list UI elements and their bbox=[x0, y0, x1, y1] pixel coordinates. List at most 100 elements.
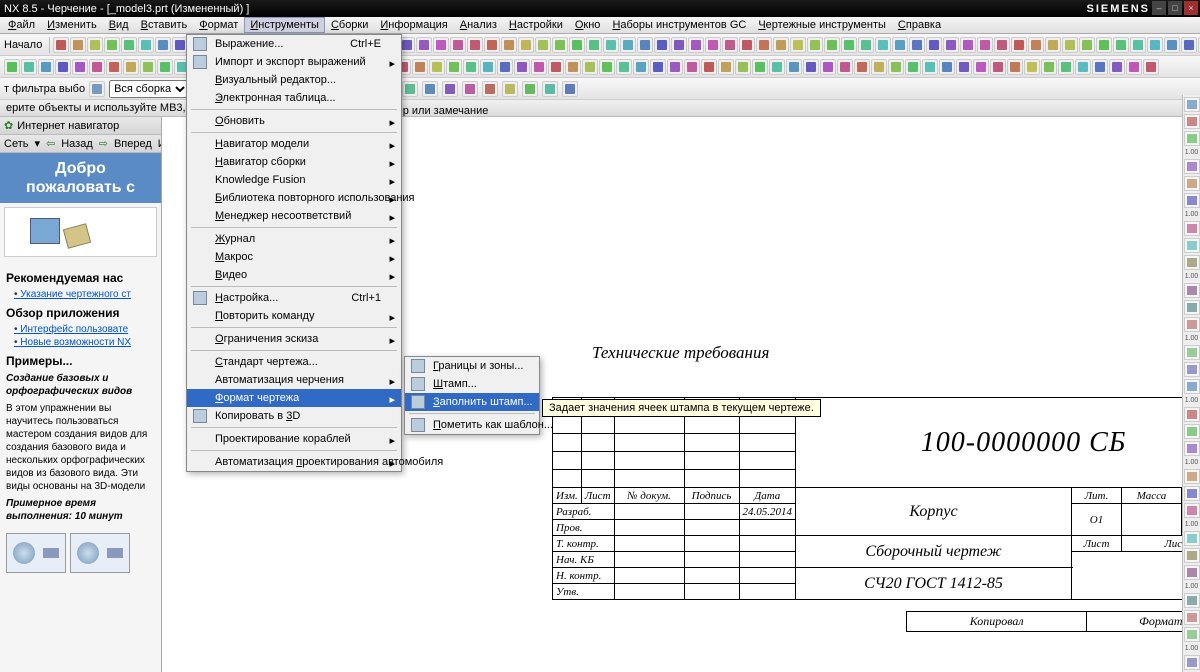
tool-button[interactable] bbox=[1164, 37, 1180, 53]
tool-button[interactable] bbox=[705, 37, 721, 53]
tool-button[interactable] bbox=[820, 59, 836, 75]
tool-button[interactable] bbox=[514, 59, 530, 75]
tool-button[interactable] bbox=[769, 59, 785, 75]
tool-button[interactable] bbox=[871, 59, 887, 75]
tool-button[interactable] bbox=[412, 59, 428, 75]
menu-наборы инструментов gc[interactable]: Наборы инструментов GC bbox=[606, 17, 752, 33]
menu-item[interactable]: Макрос▸ bbox=[187, 248, 401, 266]
tool-button[interactable] bbox=[548, 59, 564, 75]
palette-button[interactable] bbox=[1184, 345, 1200, 360]
tool-button[interactable] bbox=[402, 81, 418, 97]
tool-button[interactable] bbox=[70, 37, 86, 53]
palette-button[interactable] bbox=[1184, 503, 1200, 518]
tool-button[interactable] bbox=[4, 59, 20, 75]
tool-button[interactable] bbox=[53, 37, 69, 53]
filter-btn[interactable] bbox=[89, 81, 105, 97]
tool-button[interactable] bbox=[565, 59, 581, 75]
menu-инструменты[interactable]: Инструменты bbox=[244, 17, 325, 33]
menu-item[interactable]: Стандарт чертежа... bbox=[187, 353, 401, 371]
menu-item[interactable]: Повторить команду▸ bbox=[187, 307, 401, 325]
tool-button[interactable] bbox=[518, 37, 534, 53]
tool-button[interactable] bbox=[1028, 37, 1044, 53]
tool-button[interactable] bbox=[684, 59, 700, 75]
tool-button[interactable] bbox=[1011, 37, 1027, 53]
palette-button[interactable] bbox=[1184, 407, 1200, 422]
tool-button[interactable] bbox=[824, 37, 840, 53]
tool-button[interactable] bbox=[990, 59, 1006, 75]
tool-button[interactable] bbox=[739, 37, 755, 53]
tool-button[interactable] bbox=[973, 59, 989, 75]
menu-item[interactable]: Копировать в 3D bbox=[187, 407, 401, 425]
menu-информация[interactable]: Информация bbox=[374, 17, 453, 33]
tool-button[interactable] bbox=[654, 37, 670, 53]
tool-button[interactable] bbox=[875, 37, 891, 53]
tool-button[interactable] bbox=[38, 59, 54, 75]
tool-button[interactable] bbox=[463, 59, 479, 75]
tool-button[interactable] bbox=[123, 59, 139, 75]
tool-button[interactable] bbox=[535, 37, 551, 53]
tool-button[interactable] bbox=[480, 59, 496, 75]
palette-button[interactable] bbox=[1184, 593, 1200, 608]
start-label[interactable]: Начало bbox=[4, 39, 42, 51]
menu-вид[interactable]: Вид bbox=[103, 17, 135, 33]
menu-item[interactable]: Границы и зоны... bbox=[405, 357, 539, 375]
palette-button[interactable] bbox=[1184, 97, 1200, 112]
tool-button[interactable] bbox=[467, 37, 483, 53]
menu-item[interactable]: Автоматизация проектирования автомобиля▸ bbox=[187, 453, 401, 471]
menu-item[interactable]: Журнал▸ bbox=[187, 230, 401, 248]
tool-button[interactable] bbox=[807, 37, 823, 53]
tool-button[interactable] bbox=[841, 37, 857, 53]
palette-button[interactable] bbox=[1184, 486, 1200, 501]
tool-button[interactable] bbox=[603, 37, 619, 53]
tool-button[interactable] bbox=[462, 81, 478, 97]
tool-button[interactable] bbox=[599, 59, 615, 75]
tool-button[interactable] bbox=[155, 37, 171, 53]
menu-item[interactable]: Knowledge Fusion▸ bbox=[187, 171, 401, 189]
tool-button[interactable] bbox=[429, 59, 445, 75]
menu-item[interactable]: Импорт и экспорт выражений▸ bbox=[187, 53, 401, 71]
tool-button[interactable] bbox=[1113, 37, 1129, 53]
menu-item[interactable]: Менеджер несоответствий▸ bbox=[187, 207, 401, 225]
palette-button[interactable] bbox=[1184, 548, 1200, 563]
menu-item[interactable]: Проектирование кораблей▸ bbox=[187, 430, 401, 448]
palette-button[interactable] bbox=[1184, 469, 1200, 484]
tool-button[interactable] bbox=[1045, 37, 1061, 53]
tool-button[interactable] bbox=[450, 37, 466, 53]
tool-button[interactable] bbox=[633, 59, 649, 75]
tool-button[interactable] bbox=[994, 37, 1010, 53]
maximize-button[interactable]: □ bbox=[1168, 1, 1182, 15]
tool-button[interactable] bbox=[106, 59, 122, 75]
tool-button[interactable] bbox=[905, 59, 921, 75]
palette-button[interactable] bbox=[1184, 531, 1200, 546]
tool-button[interactable] bbox=[837, 59, 853, 75]
palette-button[interactable] bbox=[1184, 221, 1200, 236]
minimize-button[interactable]: – bbox=[1152, 1, 1166, 15]
tool-button[interactable] bbox=[1143, 59, 1159, 75]
tool-button[interactable] bbox=[1126, 59, 1142, 75]
tool-button[interactable] bbox=[735, 59, 751, 75]
tool-button[interactable] bbox=[1181, 37, 1197, 53]
palette-button[interactable] bbox=[1184, 300, 1200, 315]
menu-item[interactable]: Обновить▸ bbox=[187, 112, 401, 130]
tool-button[interactable] bbox=[1130, 37, 1146, 53]
tool-button[interactable] bbox=[756, 37, 772, 53]
tool-button[interactable] bbox=[888, 59, 904, 75]
tool-button[interactable] bbox=[1079, 37, 1095, 53]
tool-button[interactable] bbox=[502, 81, 518, 97]
tool-button[interactable] bbox=[522, 81, 538, 97]
tool-button[interactable] bbox=[620, 37, 636, 53]
menu-сборки[interactable]: Сборки bbox=[325, 17, 374, 33]
tool-button[interactable] bbox=[140, 59, 156, 75]
tool-button[interactable] bbox=[1041, 59, 1057, 75]
tool-button[interactable] bbox=[552, 37, 568, 53]
example-thumb-2[interactable] bbox=[70, 533, 130, 573]
tool-button[interactable] bbox=[138, 37, 154, 53]
link-interface[interactable]: Интерфейс пользовате bbox=[14, 324, 155, 335]
palette-button[interactable] bbox=[1184, 627, 1200, 642]
link-drafting-std[interactable]: Указание чертежного ст bbox=[14, 289, 155, 300]
tool-button[interactable] bbox=[1092, 59, 1108, 75]
palette-button[interactable] bbox=[1184, 610, 1200, 625]
tool-button[interactable] bbox=[484, 37, 500, 53]
palette-button[interactable] bbox=[1184, 159, 1200, 174]
palette-button[interactable] bbox=[1184, 424, 1200, 439]
